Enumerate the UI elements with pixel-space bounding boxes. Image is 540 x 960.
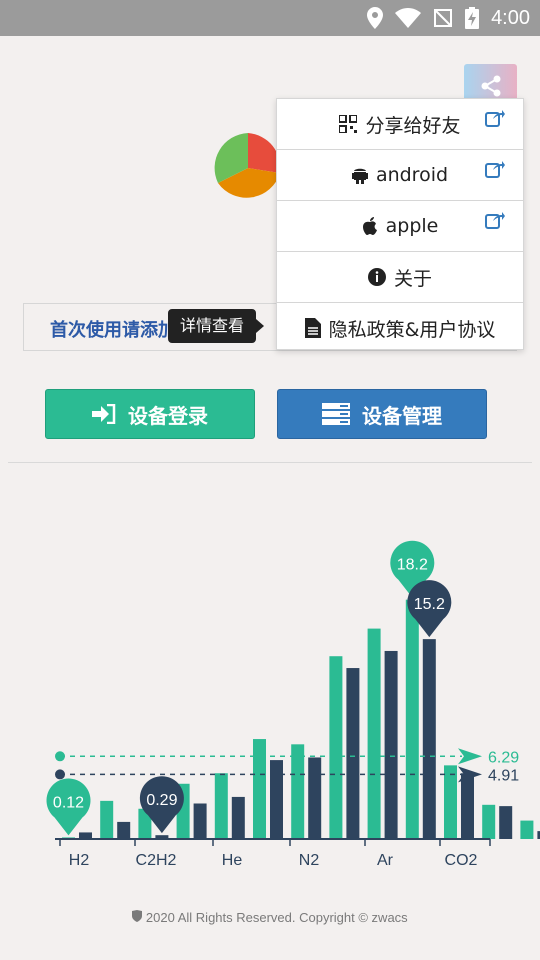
menu-label: apple: [385, 215, 439, 237]
sign-in-icon: [92, 404, 116, 424]
battery-charging-icon: [465, 7, 480, 29]
x-tick-label: Ar: [377, 852, 394, 869]
android-icon: [351, 168, 368, 184]
reference-dot: [55, 769, 65, 780]
pin-label: 18.2: [397, 557, 428, 574]
chart-bar: [329, 656, 343, 839]
chart-bar: [270, 760, 283, 839]
divider: [8, 462, 532, 463]
reference-label: 4.91: [488, 767, 519, 784]
wifi-icon: [395, 8, 422, 28]
chart-bar: [346, 668, 360, 839]
menu-item-about[interactable]: 关于: [277, 252, 523, 303]
chart-bar: [231, 796, 245, 839]
menu-item-privacy[interactable]: 隐私政策&用户协议: [277, 303, 523, 353]
status-time: 4:00: [491, 6, 530, 29]
chart-bar: [444, 765, 457, 839]
menu-label: 隐私政策&用户协议: [328, 318, 496, 341]
device-login-button[interactable]: 设备登录: [45, 389, 255, 439]
external-link-icon: [485, 212, 505, 229]
chart-bar: [367, 628, 381, 839]
document-icon: [304, 318, 321, 338]
external-link-icon: [485, 110, 505, 127]
chart-bar: [520, 820, 534, 839]
menu-label: 分享给好友: [365, 114, 461, 137]
menu-item-android[interactable]: android: [277, 150, 523, 201]
x-tick-label: C2H2: [136, 852, 177, 869]
chart-bar: [253, 739, 266, 839]
chart-bar: [461, 773, 474, 839]
info-icon: [367, 268, 386, 286]
chart-bar: [214, 773, 228, 839]
x-tick-label: CO2: [445, 852, 478, 869]
chart-bar: [308, 757, 322, 839]
status-bar: 4:00: [0, 0, 540, 36]
chart-bar: [405, 599, 419, 839]
device-login-label: 设备登录: [128, 403, 208, 428]
pin-label: 15.2: [414, 596, 445, 613]
chart-bar: [291, 744, 305, 839]
device-manage-label: 设备管理: [362, 403, 442, 428]
menu-item-share-friend[interactable]: 分享给好友: [277, 99, 523, 150]
x-tick-label: N2: [299, 852, 320, 869]
chart-bar: [100, 800, 114, 839]
no-signal-icon: [434, 9, 453, 27]
share-icon: [481, 75, 500, 97]
chart-bar: [422, 639, 436, 839]
footer: 2020 All Rights Reserved. Copyright © zw…: [0, 910, 540, 925]
x-tick-label: He: [222, 852, 243, 869]
reference-label: 6.29: [488, 749, 519, 766]
server-icon: [322, 403, 350, 425]
menu-label: android: [375, 164, 449, 186]
x-tick-label: H2: [69, 852, 90, 869]
qrcode-icon: [339, 115, 358, 133]
pin-label: 0.29: [146, 792, 177, 809]
menu-item-apple[interactable]: apple: [277, 201, 523, 252]
chart-bar: [384, 650, 398, 839]
location-icon: [367, 7, 384, 29]
menu-label: 关于: [393, 267, 432, 290]
external-link-icon: [485, 161, 505, 178]
apple-icon: [362, 217, 377, 235]
reference-dot: [55, 751, 65, 762]
pin-label: 0.12: [53, 794, 84, 811]
device-manage-button[interactable]: 设备管理: [277, 389, 487, 439]
footer-text: 2020 All Rights Reserved. Copyright © zw…: [145, 910, 408, 925]
gas-chart: H2 C2H2 He N2 Ar CO2 6.294.91 0.12 0.29 18.2 15.2: [46, 540, 540, 869]
chart-bar: [482, 804, 496, 839]
share-menu: 分享给好友 android apple 关于 隐私政策&用户协议: [276, 98, 524, 350]
chart-bar: [117, 821, 131, 839]
details-tooltip: 详情查看: [168, 309, 265, 343]
chart-bar: [193, 803, 207, 839]
shield-icon: [132, 910, 143, 922]
chart-bar: [499, 806, 513, 839]
